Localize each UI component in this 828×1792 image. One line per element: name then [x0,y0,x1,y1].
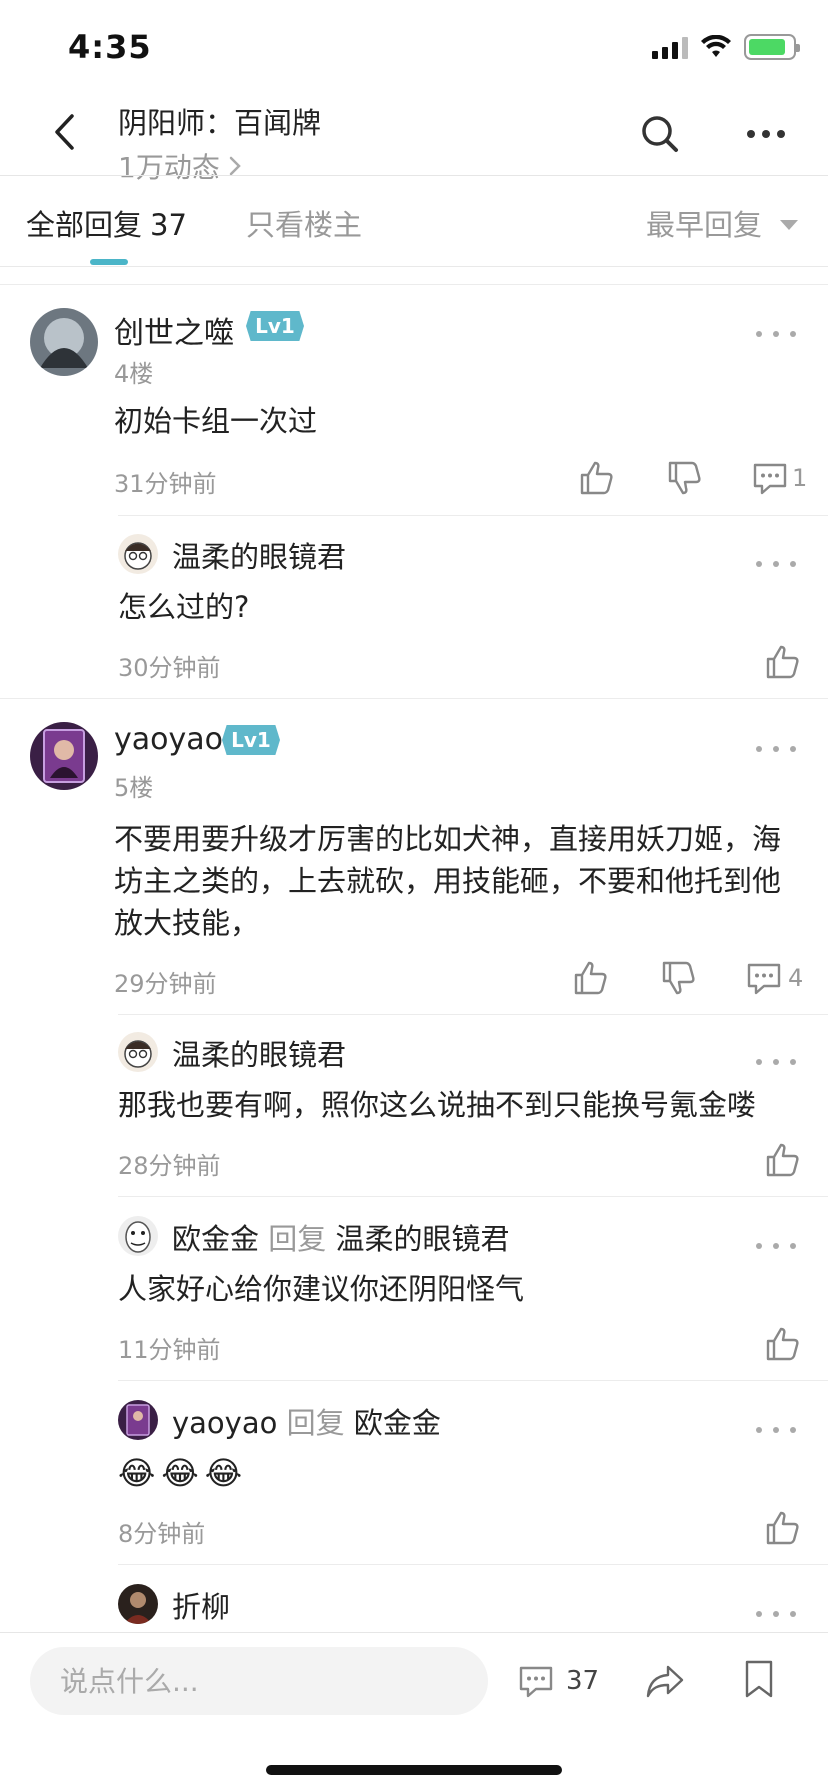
back-button[interactable] [38,106,90,158]
tab-all-label: 全部回复 [26,208,143,242]
comment-icon [516,1661,556,1701]
reply-content: 怎么过的? [118,590,250,624]
comment-input[interactable] [30,1647,488,1715]
reply-header: yaoyao 回复 欧金金 [172,1400,441,1442]
reply-more-icon[interactable] [756,1607,796,1621]
comment-count: 37 [566,1666,600,1696]
post-more-icon[interactable] [756,327,796,341]
thumbs-down-icon[interactable] [658,958,698,998]
wifi-icon [701,35,731,57]
avatar[interactable] [30,722,98,790]
active-tab-indicator [90,259,128,265]
tabs-bar: 全部回复 37 只看楼主 最早回复 [0,176,828,266]
post-time: 29分钟前 [114,970,217,998]
sort-label: 最早回复 [645,208,762,242]
thumbs-up-icon[interactable] [762,642,802,682]
reply-to-username[interactable]: 欧金金 [354,1406,441,1440]
divider [118,1014,828,1015]
reply-username[interactable]: 折柳 [172,1584,230,1626]
reply-count: 1 [792,464,808,492]
reply-username[interactable]: 温柔的眼镜君 [172,534,346,576]
reply-to-username[interactable]: 温柔的眼镜君 [335,1222,509,1256]
sort-dropdown[interactable]: 最早回复 [646,202,798,244]
divider [0,698,828,699]
comment-icon[interactable] [744,958,784,998]
post-content: 不要用要升级才厉害的比如犬神，直接用妖刀姬，海坊主之类的，上去就砍，用技能砸，不… [114,822,782,940]
bookmark-icon [745,1660,773,1698]
level-badge: Lv1 [222,725,280,755]
more-button[interactable] [738,110,794,158]
reply-content: 😂😂😂 [118,1454,249,1492]
bottom-bar: 37 [0,1632,828,1792]
reply-keyword: 回复 [268,1222,327,1256]
divider [118,515,828,516]
divider [0,266,828,267]
reply-time: 11分钟前 [118,1336,221,1364]
post-time: 31分钟前 [114,470,217,498]
thumbs-up-icon[interactable] [576,458,616,498]
avatar[interactable] [118,1216,158,1256]
floor-number: 4楼 [114,360,154,388]
thumbs-up-icon[interactable] [762,1140,802,1180]
post-content: 初始卡组一次过 [114,404,318,438]
username[interactable]: yaoyao [114,722,223,757]
caret-down-icon [780,220,798,230]
reply-time: 28分钟前 [118,1152,221,1180]
more-icon [747,130,785,138]
status-icons [652,34,800,60]
avatar[interactable] [30,308,98,376]
reply-content: 那我也要有啊，照你这么说抽不到只能换号氪金喽 [118,1088,757,1122]
tab-all-count: 37 [150,208,187,242]
username[interactable]: 创世之噬 [114,308,234,352]
share-button[interactable] [644,1661,686,1705]
comments-button[interactable]: 37 [516,1661,599,1701]
divider [0,284,828,285]
share-icon [646,1665,684,1698]
reply-more-icon[interactable] [756,1239,796,1253]
search-button[interactable] [636,110,684,158]
thumbs-up-icon[interactable] [762,1508,802,1548]
floor-number: 5楼 [114,774,154,802]
search-icon [642,116,678,152]
reply-more-icon[interactable] [756,557,796,571]
nav-header: 阴阳师：百闻牌 1万动态 [0,100,828,184]
divider [118,1196,828,1197]
bookmark-button[interactable] [742,1659,776,1703]
tab-all-replies[interactable]: 全部回复 37 [26,202,187,244]
post-more-icon[interactable] [756,742,796,756]
reply-username[interactable]: 欧金金 [172,1222,259,1256]
avatar[interactable] [118,1032,158,1072]
divider [118,1380,828,1381]
chevron-right-icon [229,156,241,176]
tab-owner-only[interactable]: 只看楼主 [246,202,362,244]
reply-content: 人家好心给你建议你还阴阳怪气 [118,1272,525,1306]
thumbs-up-icon[interactable] [762,1324,802,1364]
signal-icon [652,35,688,59]
reply-header: 欧金金 回复 温柔的眼镜君 [172,1216,509,1258]
avatar[interactable] [118,1400,158,1440]
level-badge: Lv1 [246,311,304,341]
thumbs-down-icon[interactable] [664,458,704,498]
reply-count: 4 [788,964,804,992]
divider [118,1564,828,1565]
reply-username[interactable]: 温柔的眼镜君 [172,1032,346,1074]
reply-more-icon[interactable] [756,1423,796,1437]
reply-username[interactable]: yaoyao [172,1406,277,1440]
thumbs-up-icon[interactable] [570,958,610,998]
battery-icon [744,34,800,60]
comment-icon[interactable] [750,458,790,498]
reply-more-icon[interactable] [756,1055,796,1069]
status-time: 4:35 [68,28,152,66]
reply-time: 8分钟前 [118,1520,206,1548]
avatar[interactable] [118,1584,158,1624]
chevron-left-icon [55,114,74,150]
reply-time: 30分钟前 [118,654,221,682]
avatar[interactable] [118,534,158,574]
status-bar: 4:35 [0,0,828,100]
page-title[interactable]: 阴阳师：百闻牌 [118,100,321,142]
home-indicator [266,1765,562,1775]
reply-keyword: 回复 [286,1406,345,1440]
